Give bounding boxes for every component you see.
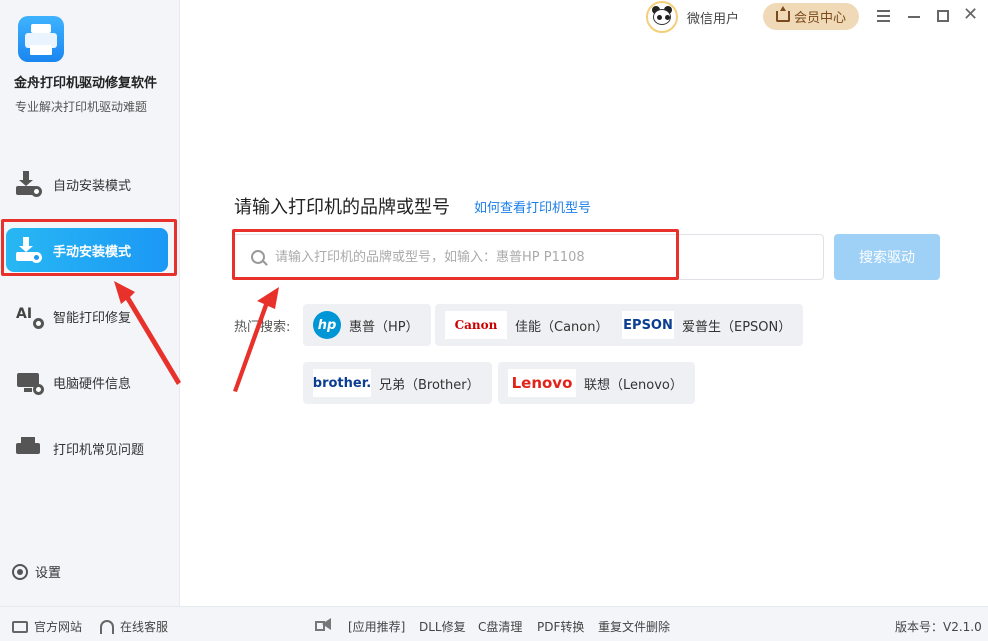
- settings-label: 设置: [35, 566, 62, 581]
- hot-brand-lenovo[interactable]: Lenovo 联想（Lenovo）: [498, 362, 695, 404]
- vip-center-button[interactable]: 会员中心: [763, 3, 859, 30]
- online-support-label: 在线客服: [120, 620, 169, 634]
- hot-brand-brother[interactable]: brother. 兄弟（Brother）: [303, 362, 492, 404]
- hardware-info-icon: [16, 369, 44, 395]
- search-icon: [251, 250, 265, 264]
- app-name: 金舟打印机驱动修复软件: [14, 76, 158, 91]
- auto-install-icon: [16, 171, 44, 197]
- maximize-icon[interactable]: [934, 6, 954, 26]
- footer-link-c-drive-clean[interactable]: C盘清理: [478, 618, 522, 635]
- menu-icon[interactable]: [874, 6, 894, 26]
- brand-label: 惠普（HP）: [349, 319, 419, 335]
- brother-logo: brother.: [313, 369, 371, 397]
- app-logo-printer-icon: [18, 16, 64, 62]
- hot-brand-hp[interactable]: hp 惠普（HP）: [303, 304, 431, 346]
- hot-brand-epson[interactable]: EPSON 爱普生（EPSON）: [612, 304, 804, 346]
- monitor-icon: [12, 620, 28, 633]
- page-title: 请输入打印机的品牌或型号: [234, 197, 450, 218]
- footer-link-dll-repair[interactable]: DLL修复: [419, 618, 466, 635]
- sidebar-item-hardware-info[interactable]: 电脑硬件信息: [0, 359, 180, 405]
- brand-label: 佳能（Canon）: [515, 319, 609, 335]
- annotation-arrow-search: [233, 287, 279, 392]
- epson-logo: EPSON: [622, 311, 674, 339]
- brand-label: 兄弟（Brother）: [379, 377, 480, 393]
- search-input[interactable]: [275, 235, 815, 279]
- close-icon[interactable]: ✕: [963, 6, 983, 26]
- sidebar-item-printer-faq[interactable]: 打印机常见问题: [0, 425, 180, 471]
- sidebar-item-ai-repair[interactable]: AI 智能打印修复: [0, 293, 180, 339]
- crown-icon: [775, 6, 790, 22]
- sidebar-item-label: 电脑硬件信息: [53, 376, 132, 392]
- brand-label: 联想（Lenovo）: [584, 377, 683, 393]
- search-box: [232, 234, 824, 280]
- hp-logo: hp: [313, 311, 341, 339]
- footer: 官方网站 在线客服 [应用推荐] DLL修复 C盘清理 PDF转换 重复文件删除…: [0, 606, 988, 641]
- footer-link-duplicate-delete[interactable]: 重复文件删除: [598, 618, 670, 635]
- official-site-label: 官方网站: [34, 620, 83, 634]
- printer-faq-icon: [16, 435, 44, 461]
- sidebar-item-label: 智能打印修复: [53, 310, 132, 326]
- canon-logo: Canon: [445, 311, 507, 339]
- annotation-highlight-box: [1, 219, 177, 276]
- lenovo-logo: Lenovo: [508, 369, 576, 397]
- gear-icon: [12, 563, 28, 580]
- brand-label: 爱普生（EPSON）: [682, 319, 792, 335]
- ai-repair-icon: AI: [16, 303, 44, 329]
- hot-search-label: 热门搜索:: [234, 320, 291, 335]
- hot-brand-canon[interactable]: Canon 佳能（Canon）: [435, 304, 621, 346]
- sidebar: 金舟打印机驱动修复软件 专业解决打印机驱动难题 自动安装模式 手动安装模式 AI…: [0, 0, 180, 606]
- vip-label: 会员中心: [793, 11, 846, 26]
- sidebar-item-auto-install[interactable]: 自动安装模式: [0, 161, 180, 207]
- official-site-link[interactable]: 官方网站: [12, 618, 82, 635]
- sidebar-item-label: 自动安装模式: [53, 178, 132, 194]
- online-support-link[interactable]: 在线客服: [100, 618, 168, 635]
- minimize-icon[interactable]: [905, 6, 925, 26]
- how-to-find-model-link[interactable]: 如何查看打印机型号: [474, 197, 591, 216]
- footer-link-app-recommend[interactable]: [应用推荐]: [348, 618, 405, 635]
- user-avatar[interactable]: [646, 1, 678, 33]
- username[interactable]: 微信用户: [687, 8, 739, 27]
- settings-button[interactable]: 设置: [12, 562, 61, 581]
- sidebar-item-label: 打印机常见问题: [53, 442, 145, 458]
- search-driver-button[interactable]: 搜索驱动: [834, 234, 940, 280]
- footer-link-pdf-convert[interactable]: PDF转换: [537, 618, 584, 635]
- version-label: 版本号：V2.1.0: [895, 620, 982, 634]
- megaphone-icon: [315, 618, 343, 631]
- app-subtitle: 专业解决打印机驱动难题: [15, 100, 148, 114]
- headset-icon: [100, 619, 114, 634]
